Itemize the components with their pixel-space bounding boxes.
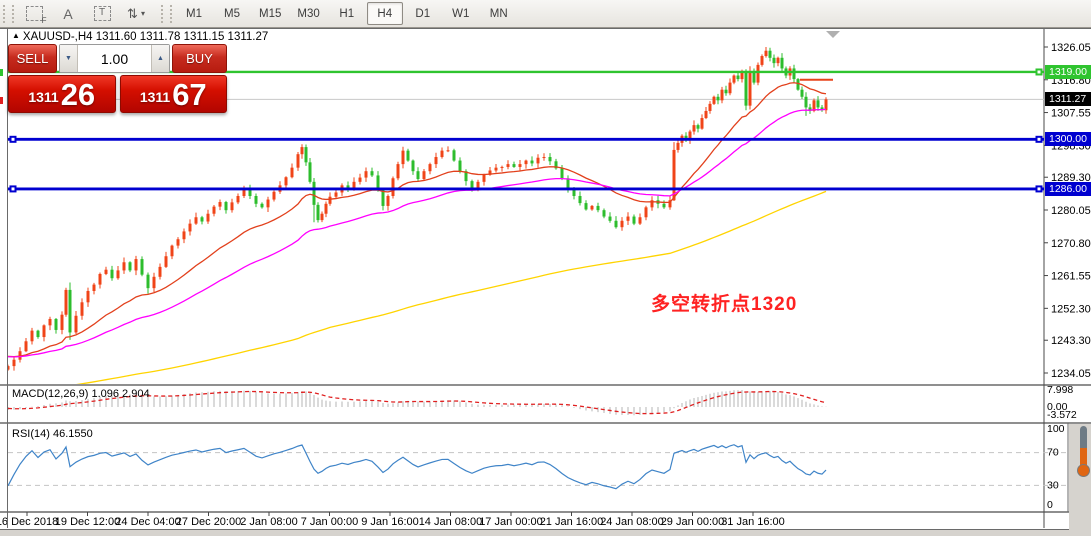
rsi-axis-label: 0 [1047,499,1053,511]
sell-quote-button[interactable]: 1311 26 [8,75,116,113]
macd-axis-label: -3.572 [1047,409,1077,421]
ohlc-high: 1311.78 [139,31,181,43]
price-tick-label: 1326.05 [1051,42,1091,54]
time-axis-label: 2 Jan 08:00 [240,516,298,528]
time-axis-label: 7 Jan 00:00 [301,516,359,528]
ohlc-close: 1311.27 [227,31,269,43]
chart-shift-marker-icon[interactable] [826,31,840,38]
price-tick-label: 1261.55 [1051,271,1091,283]
macd-label: MACD(12,26,9) 1.096 2.904 [12,388,150,400]
price-tick-label: 1243.30 [1051,335,1091,347]
buy-price-big-figure: 1311 [139,89,171,105]
symbol-timeframe: XAUUSD-,H4 [22,31,93,43]
time-axis-label: 27 Dec 20:00 [176,516,241,528]
volume-increase-button[interactable]: ▲ [151,45,169,72]
thermometer-bulb [1077,464,1090,477]
ohlc-low: 1311.15 [183,31,225,43]
current-price-badge: 1311.27 [1045,92,1091,107]
moving-averages [8,82,827,384]
sell-price-big-figure: 1311 [28,89,59,105]
buy-price-pips: 67 [172,77,207,112]
time-axis-label: 19 Dec 12:00 [55,516,120,528]
rsi-axis-label: 30 [1047,479,1059,491]
collapse-triangle-icon[interactable]: ▲ [12,31,20,40]
price-tick-label: 1252.30 [1051,303,1091,315]
price-tick-label: 1234.05 [1051,368,1091,380]
rsi-panel [8,444,827,490]
horizontal-line-1300.00[interactable] [8,135,1044,143]
rsi-label: RSI(14) 46.1550 [12,428,93,440]
volume-control: ▼ 1.00 ▲ [59,44,170,73]
rsi-line [8,444,827,490]
mt4-window: F A T ⇅ ▾ M1 M5 M15 M30 H1 H4 D1 W1 MN 1326.05 13… [0,0,1091,536]
price-tick-label: 1270.80 [1051,238,1091,250]
macd-axis-label: 7.998 [1047,384,1073,396]
time-axis-label: 16 Dec 2018 [0,516,58,528]
chart-header: ▲ XAUUSD-,H4 1311.60 1311.78 1311.15 1311… [12,31,268,43]
sell-button[interactable]: SELL [8,44,57,73]
thermometer-icon [1076,426,1091,480]
horizontal-line-1286.00[interactable] [8,185,1044,193]
volume-value[interactable]: 1.00 [78,45,151,72]
ma-mid-magenta [8,108,827,358]
edge-mark [0,69,3,76]
buy-button[interactable]: BUY [172,44,227,73]
time-axis-label: 29 Jan 00:00 [661,516,725,528]
one-click-trading-panel: SELL ▼ 1.00 ▲ BUY 1311 26 1311 67 [8,44,227,113]
buy-quote-button[interactable]: 1311 67 [119,75,227,113]
rsi-axis-label: 100 [1047,423,1065,435]
level-badge-1319.00: 1319.00 [1045,64,1091,79]
time-axis-label: 24 Jan 08:00 [600,516,664,528]
sell-price-pips: 26 [60,77,96,112]
time-axis-label: 17 Jan 00:00 [479,516,543,528]
rsi-axis-label: 70 [1047,447,1059,459]
price-tick-label: 1280.05 [1051,205,1091,217]
level-badge-1300.00: 1300.00 [1045,132,1091,147]
time-axis-label: 24 Dec 04:00 [115,516,180,528]
time-axis-label: 31 Jan 16:00 [721,516,785,528]
time-axis-label: 9 Jan 16:00 [361,516,419,528]
time-axis-label: 14 Jan 08:00 [419,516,483,528]
price-tick-label: 1307.55 [1051,108,1091,120]
volume-decrease-button[interactable]: ▼ [60,45,78,72]
edge-mark [0,97,3,104]
level-badge-1286.00: 1286.00 [1045,181,1091,196]
chart-annotation-text[interactable]: 多空转折点1320 [651,289,797,316]
ohlc-open: 1311.60 [95,31,137,43]
time-axis-label: 21 Jan 16:00 [540,516,604,528]
